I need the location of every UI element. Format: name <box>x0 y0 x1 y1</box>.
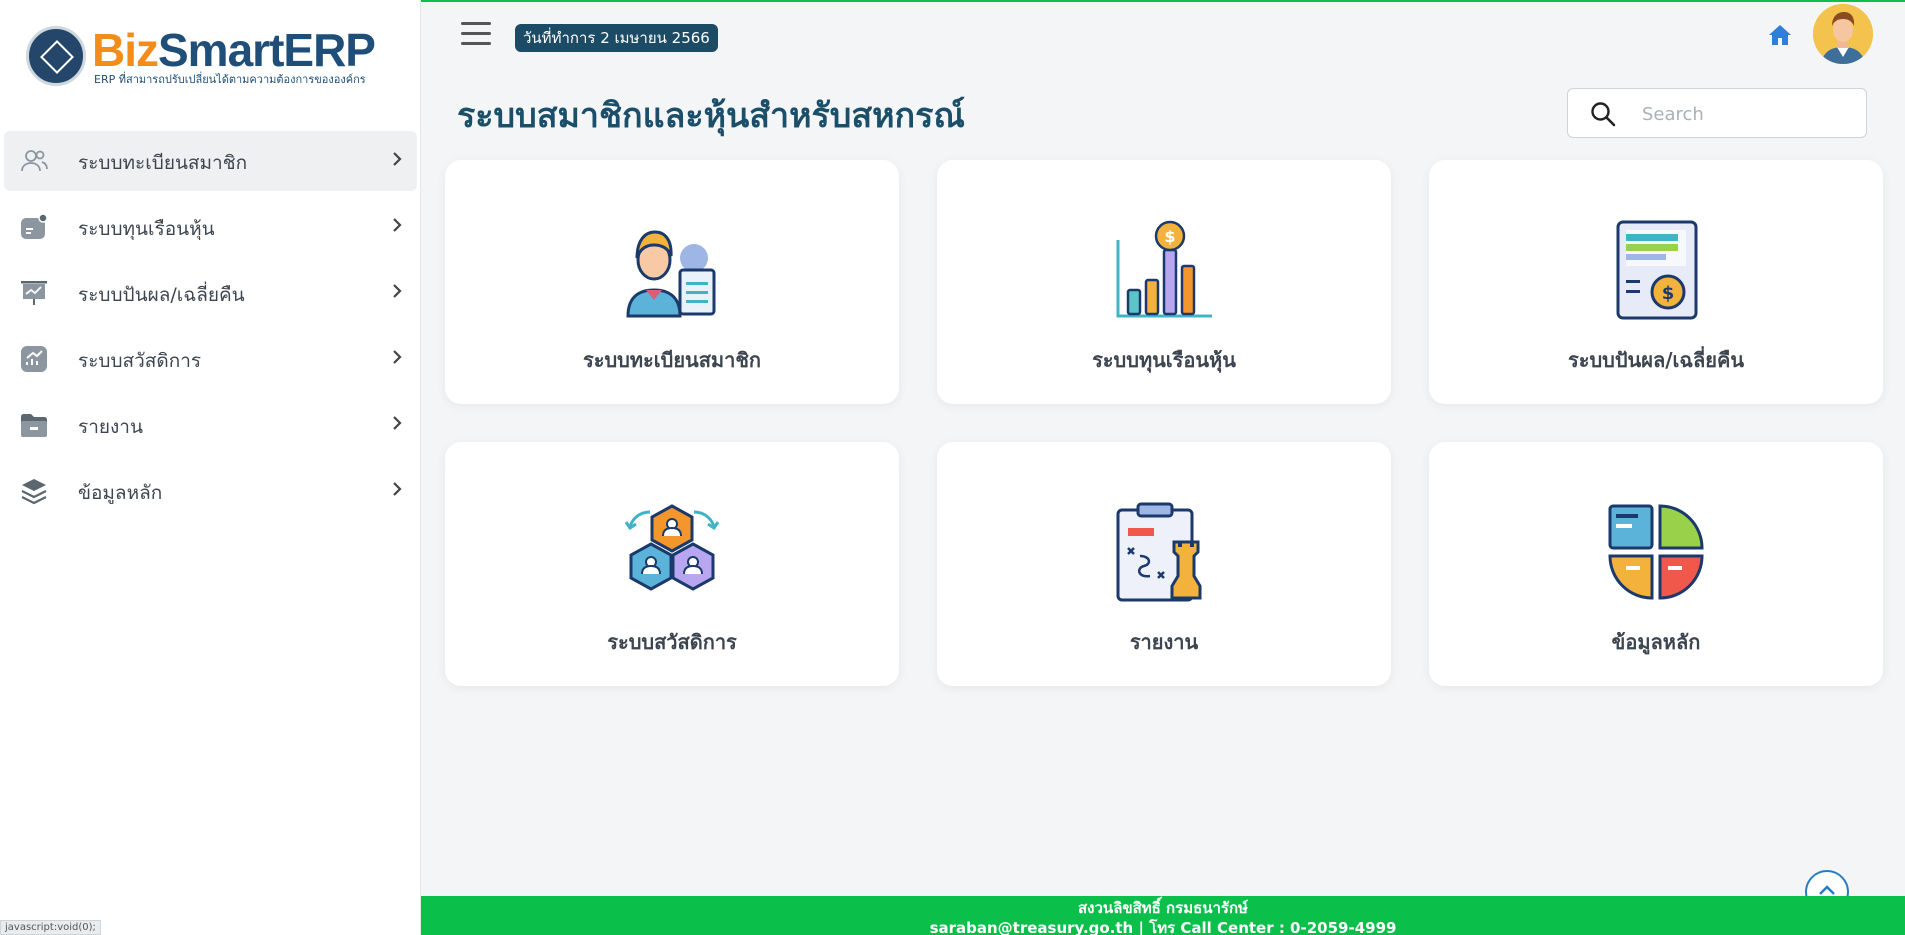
share-capital-chart-icon: $ <box>1116 220 1212 318</box>
welfare-network-icon <box>624 504 720 591</box>
sidebar: BizSmartERP ERP ที่สามารถปรับเปลี่ยนได้ต… <box>0 0 421 935</box>
page-title: ระบบสมาชิกและหุ้นสำหรับสหกรณ์ <box>457 96 965 136</box>
wallet-icon <box>21 213 48 239</box>
card-dividend[interactable]: $ ระบบปันผล/เฉลี่ยคืน <box>1429 160 1883 404</box>
layers-icon <box>21 479 47 505</box>
sidebar-menu: ระบบทะเบียนสมาชิก ระบบทุนเรือนหุ้น ระบบป… <box>4 131 417 527</box>
card-reports[interactable]: รายงาน <box>937 442 1391 686</box>
avatar-person-icon <box>1813 4 1873 64</box>
top-bar: วันที่ทำการ 2 เมษายน 2566 <box>421 2 1905 66</box>
chevron-right-icon <box>393 284 402 298</box>
main-content: วันที่ทำการ 2 เมษายน 2566 ระบบสมาชิกและห… <box>421 2 1905 935</box>
card-welfare[interactable]: ระบบสวัสดิการ <box>445 442 899 686</box>
footer: สงวนลิขสิทธิ์ กรมธนารักษ์ saraban@treasu… <box>421 896 1905 935</box>
card-label: ระบบสวัสดิการ <box>607 630 737 654</box>
footer-contact: saraban@treasury.go.th | โทร Call Center… <box>929 919 1397 935</box>
chevron-right-icon <box>393 482 402 496</box>
card-label: ข้อมูลหลัก <box>1611 630 1701 654</box>
sidebar-item-reports[interactable]: รายงาน <box>4 395 417 455</box>
search-icon <box>1591 102 1616 127</box>
folder-icon <box>21 414 47 437</box>
sidebar-item-label: รายงาน <box>78 416 143 438</box>
user-avatar[interactable] <box>1813 4 1873 64</box>
card-share-capital[interactable]: $ ระบบทุนเรือนหุ้น <box>937 160 1391 404</box>
search-box <box>1567 88 1867 138</box>
sidebar-item-master-data[interactable]: ข้อมูลหลัก <box>4 461 417 521</box>
card-label: ระบบทะเบียนสมาชิก <box>582 348 762 372</box>
brand-name: BizSmartERP <box>92 24 376 76</box>
master-data-pie-icon <box>1608 504 1704 600</box>
presentation-chart-icon <box>21 281 47 305</box>
sidebar-item-welfare[interactable]: ระบบสวัสดิการ <box>4 329 417 389</box>
dividend-document-icon: $ <box>1616 220 1698 320</box>
trending-chart-icon <box>21 346 47 372</box>
chevron-right-icon <box>393 350 402 364</box>
chevron-right-icon <box>393 218 402 232</box>
sidebar-item-label: ระบบปันผล/เฉลี่ยคืน <box>78 284 245 306</box>
card-label: รายงาน <box>1129 630 1199 654</box>
report-strategy-icon <box>1116 502 1202 602</box>
card-master-data[interactable]: ข้อมูลหลัก <box>1429 442 1883 686</box>
sidebar-item-member-registry[interactable]: ระบบทะเบียนสมาชิก <box>4 131 417 191</box>
sidebar-item-dividend[interactable]: ระบบปันผล/เฉลี่ยคืน <box>4 263 417 323</box>
member-registry-icon <box>626 230 716 318</box>
users-icon <box>21 150 48 172</box>
working-date-badge: วันที่ทำการ 2 เมษายน 2566 <box>515 24 718 52</box>
brand-tagline: ERP ที่สามารถปรับเปลี่ยนได้ตามความต้องกา… <box>94 73 366 86</box>
sidebar-item-label: ระบบทะเบียนสมาชิก <box>78 152 248 174</box>
chevron-right-icon <box>393 416 402 430</box>
chevron-right-icon <box>393 152 402 166</box>
card-member-registry[interactable]: ระบบทะเบียนสมาชิก <box>445 160 899 404</box>
card-label: ระบบทุนเรือนหุ้น <box>1092 348 1236 372</box>
logo-emblem-icon <box>26 26 86 86</box>
hamburger-menu-icon[interactable] <box>461 22 491 46</box>
footer-copyright: สงวนลิขสิทธิ์ กรมธนารักษ์ <box>1078 899 1248 917</box>
sidebar-item-label: ข้อมูลหลัก <box>78 482 163 504</box>
sidebar-item-label: ระบบทุนเรือนหุ้น <box>78 218 215 240</box>
sidebar-item-label: ระบบสวัสดิการ <box>78 350 202 372</box>
browser-status-bar: javascript:void(0); <box>0 920 101 935</box>
home-icon[interactable] <box>1767 22 1793 48</box>
card-label: ระบบปันผล/เฉลี่ยคืน <box>1567 348 1744 372</box>
search-input[interactable] <box>1642 99 1852 129</box>
sidebar-item-share-capital[interactable]: ระบบทุนเรือนหุ้น <box>4 197 417 257</box>
svg-text:$: $ <box>1164 227 1175 246</box>
brand-logo[interactable]: BizSmartERP ERP ที่สามารถปรับเปลี่ยนได้ต… <box>26 24 406 90</box>
svg-text:$: $ <box>1662 283 1675 304</box>
